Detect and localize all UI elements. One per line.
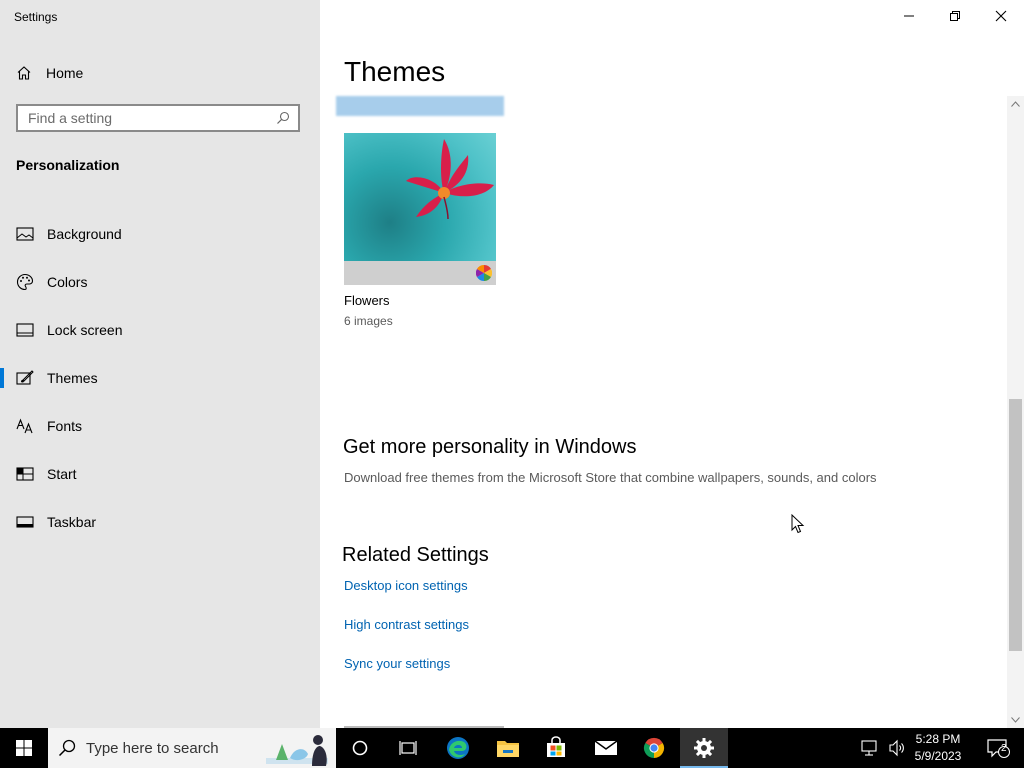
- palette-icon: [16, 273, 34, 291]
- more-personality-description: Download free themes from the Microsoft …: [344, 470, 877, 485]
- lock-screen-icon: [16, 321, 34, 339]
- clock[interactable]: 5:28 PM 5/9/2023: [906, 731, 970, 765]
- scrollbar-thumb[interactable]: [1009, 399, 1022, 651]
- start-button[interactable]: [0, 728, 48, 768]
- home-label: Home: [46, 65, 84, 81]
- sidebar-item-label: Lock screen: [47, 322, 123, 338]
- chevron-down-icon: [1011, 717, 1020, 723]
- home-button[interactable]: Home: [16, 62, 83, 84]
- cortana-button[interactable]: [336, 728, 384, 768]
- restore-button[interactable]: [932, 0, 978, 32]
- taskbar-icon: [16, 513, 34, 531]
- clock-date: 5/9/2023: [914, 749, 962, 763]
- mail-icon: [594, 740, 618, 755]
- sidebar-item-lock-screen[interactable]: Lock screen: [0, 306, 320, 354]
- windows-logo-icon: [16, 740, 32, 756]
- start-icon: [16, 465, 34, 483]
- section-title: Personalization: [16, 157, 120, 173]
- window-controls: [886, 0, 1024, 32]
- store-icon: [547, 736, 565, 757]
- sidebar-item-start[interactable]: Start: [0, 450, 320, 498]
- main-content: Themes Flowers 6 images Get more persona…: [320, 0, 1024, 728]
- sidebar-item-label: Background: [47, 226, 122, 242]
- more-personality-heading: Get more personality in Windows: [343, 436, 637, 458]
- mouse-cursor-icon: [791, 514, 805, 534]
- sidebar: Settings Home Personalization Background…: [0, 0, 320, 728]
- sidebar-item-label: Themes: [47, 370, 98, 386]
- sidebar-item-label: Start: [47, 466, 77, 482]
- taskbar-search[interactable]: Type here to search: [48, 728, 336, 768]
- close-button[interactable]: [978, 0, 1024, 32]
- search-icon[interactable]: [276, 111, 290, 125]
- settings-taskbar-button[interactable]: [680, 728, 728, 768]
- scroll-up-button[interactable]: [1007, 96, 1024, 112]
- brush-icon: [16, 369, 34, 387]
- sidebar-item-colors[interactable]: Colors: [0, 258, 320, 306]
- sidebar-item-fonts[interactable]: Fonts: [0, 402, 320, 450]
- blurred-header-bar: [336, 96, 504, 116]
- store-button[interactable]: [532, 728, 580, 768]
- sidebar-item-label: Fonts: [47, 418, 83, 434]
- edge-icon: [447, 737, 469, 759]
- sidebar-item-taskbar[interactable]: Taskbar: [0, 498, 320, 546]
- clock-time: 5:28 PM: [915, 732, 961, 746]
- app-title: Settings: [14, 10, 58, 24]
- network-icon[interactable]: [860, 739, 880, 757]
- sidebar-item-label: Taskbar: [47, 514, 97, 530]
- theme-card-flowers[interactable]: Flowers 6 images: [344, 133, 496, 328]
- theme-name: Flowers: [344, 293, 390, 308]
- edge-button[interactable]: [434, 728, 482, 768]
- picture-icon: [16, 225, 34, 243]
- mail-button[interactable]: [582, 728, 630, 768]
- sidebar-item-themes[interactable]: Themes: [0, 354, 320, 402]
- restore-icon: [950, 11, 960, 21]
- home-icon: [17, 66, 31, 80]
- volume-icon[interactable]: [888, 739, 906, 757]
- chrome-button[interactable]: [630, 728, 678, 768]
- notification-count: 2: [1001, 743, 1007, 754]
- close-icon: [995, 10, 1007, 22]
- system-tray: [860, 728, 906, 768]
- chrome-icon: [643, 737, 665, 759]
- settings-search[interactable]: [16, 104, 300, 132]
- action-center-button[interactable]: 2: [978, 728, 1018, 768]
- taskbar: Type here to search 5:28 PM 5/9/2023 2: [0, 728, 1024, 768]
- cortana-icon: [352, 740, 368, 756]
- scrollbar[interactable]: [1007, 96, 1024, 728]
- theme-thumbnail: [344, 133, 496, 261]
- clipped-heading: [344, 721, 504, 728]
- search-icon: [58, 739, 76, 757]
- page-title: Themes: [344, 56, 446, 87]
- task-view-icon: [399, 741, 417, 755]
- file-explorer-icon: [497, 741, 519, 757]
- theme-image-count: 6 images: [344, 314, 393, 328]
- sidebar-nav: Background Colors Lock screen Themes Fon…: [0, 210, 320, 546]
- high-contrast-settings-link[interactable]: High contrast settings: [344, 617, 469, 632]
- file-explorer-button[interactable]: [484, 728, 532, 768]
- search-highlight-illustration-icon: [266, 735, 328, 766]
- sidebar-item-label: Colors: [47, 274, 88, 290]
- related-settings-heading: Related Settings: [342, 544, 489, 566]
- minimize-icon: [904, 15, 914, 17]
- color-wheel-icon: [476, 265, 492, 281]
- task-view-button[interactable]: [384, 728, 432, 768]
- scroll-down-button[interactable]: [1007, 712, 1024, 728]
- theme-strip: [344, 261, 496, 285]
- desktop-icon-settings-link[interactable]: Desktop icon settings: [344, 578, 468, 593]
- sync-settings-link[interactable]: Sync your settings: [344, 656, 450, 671]
- search-input[interactable]: [18, 105, 276, 131]
- font-icon: [16, 417, 34, 435]
- chevron-up-icon: [1011, 101, 1020, 107]
- sidebar-item-background[interactable]: Background: [0, 210, 320, 258]
- taskbar-search-placeholder: Type here to search: [86, 739, 219, 757]
- settings-gear-icon: [694, 738, 714, 758]
- minimize-button[interactable]: [886, 0, 932, 32]
